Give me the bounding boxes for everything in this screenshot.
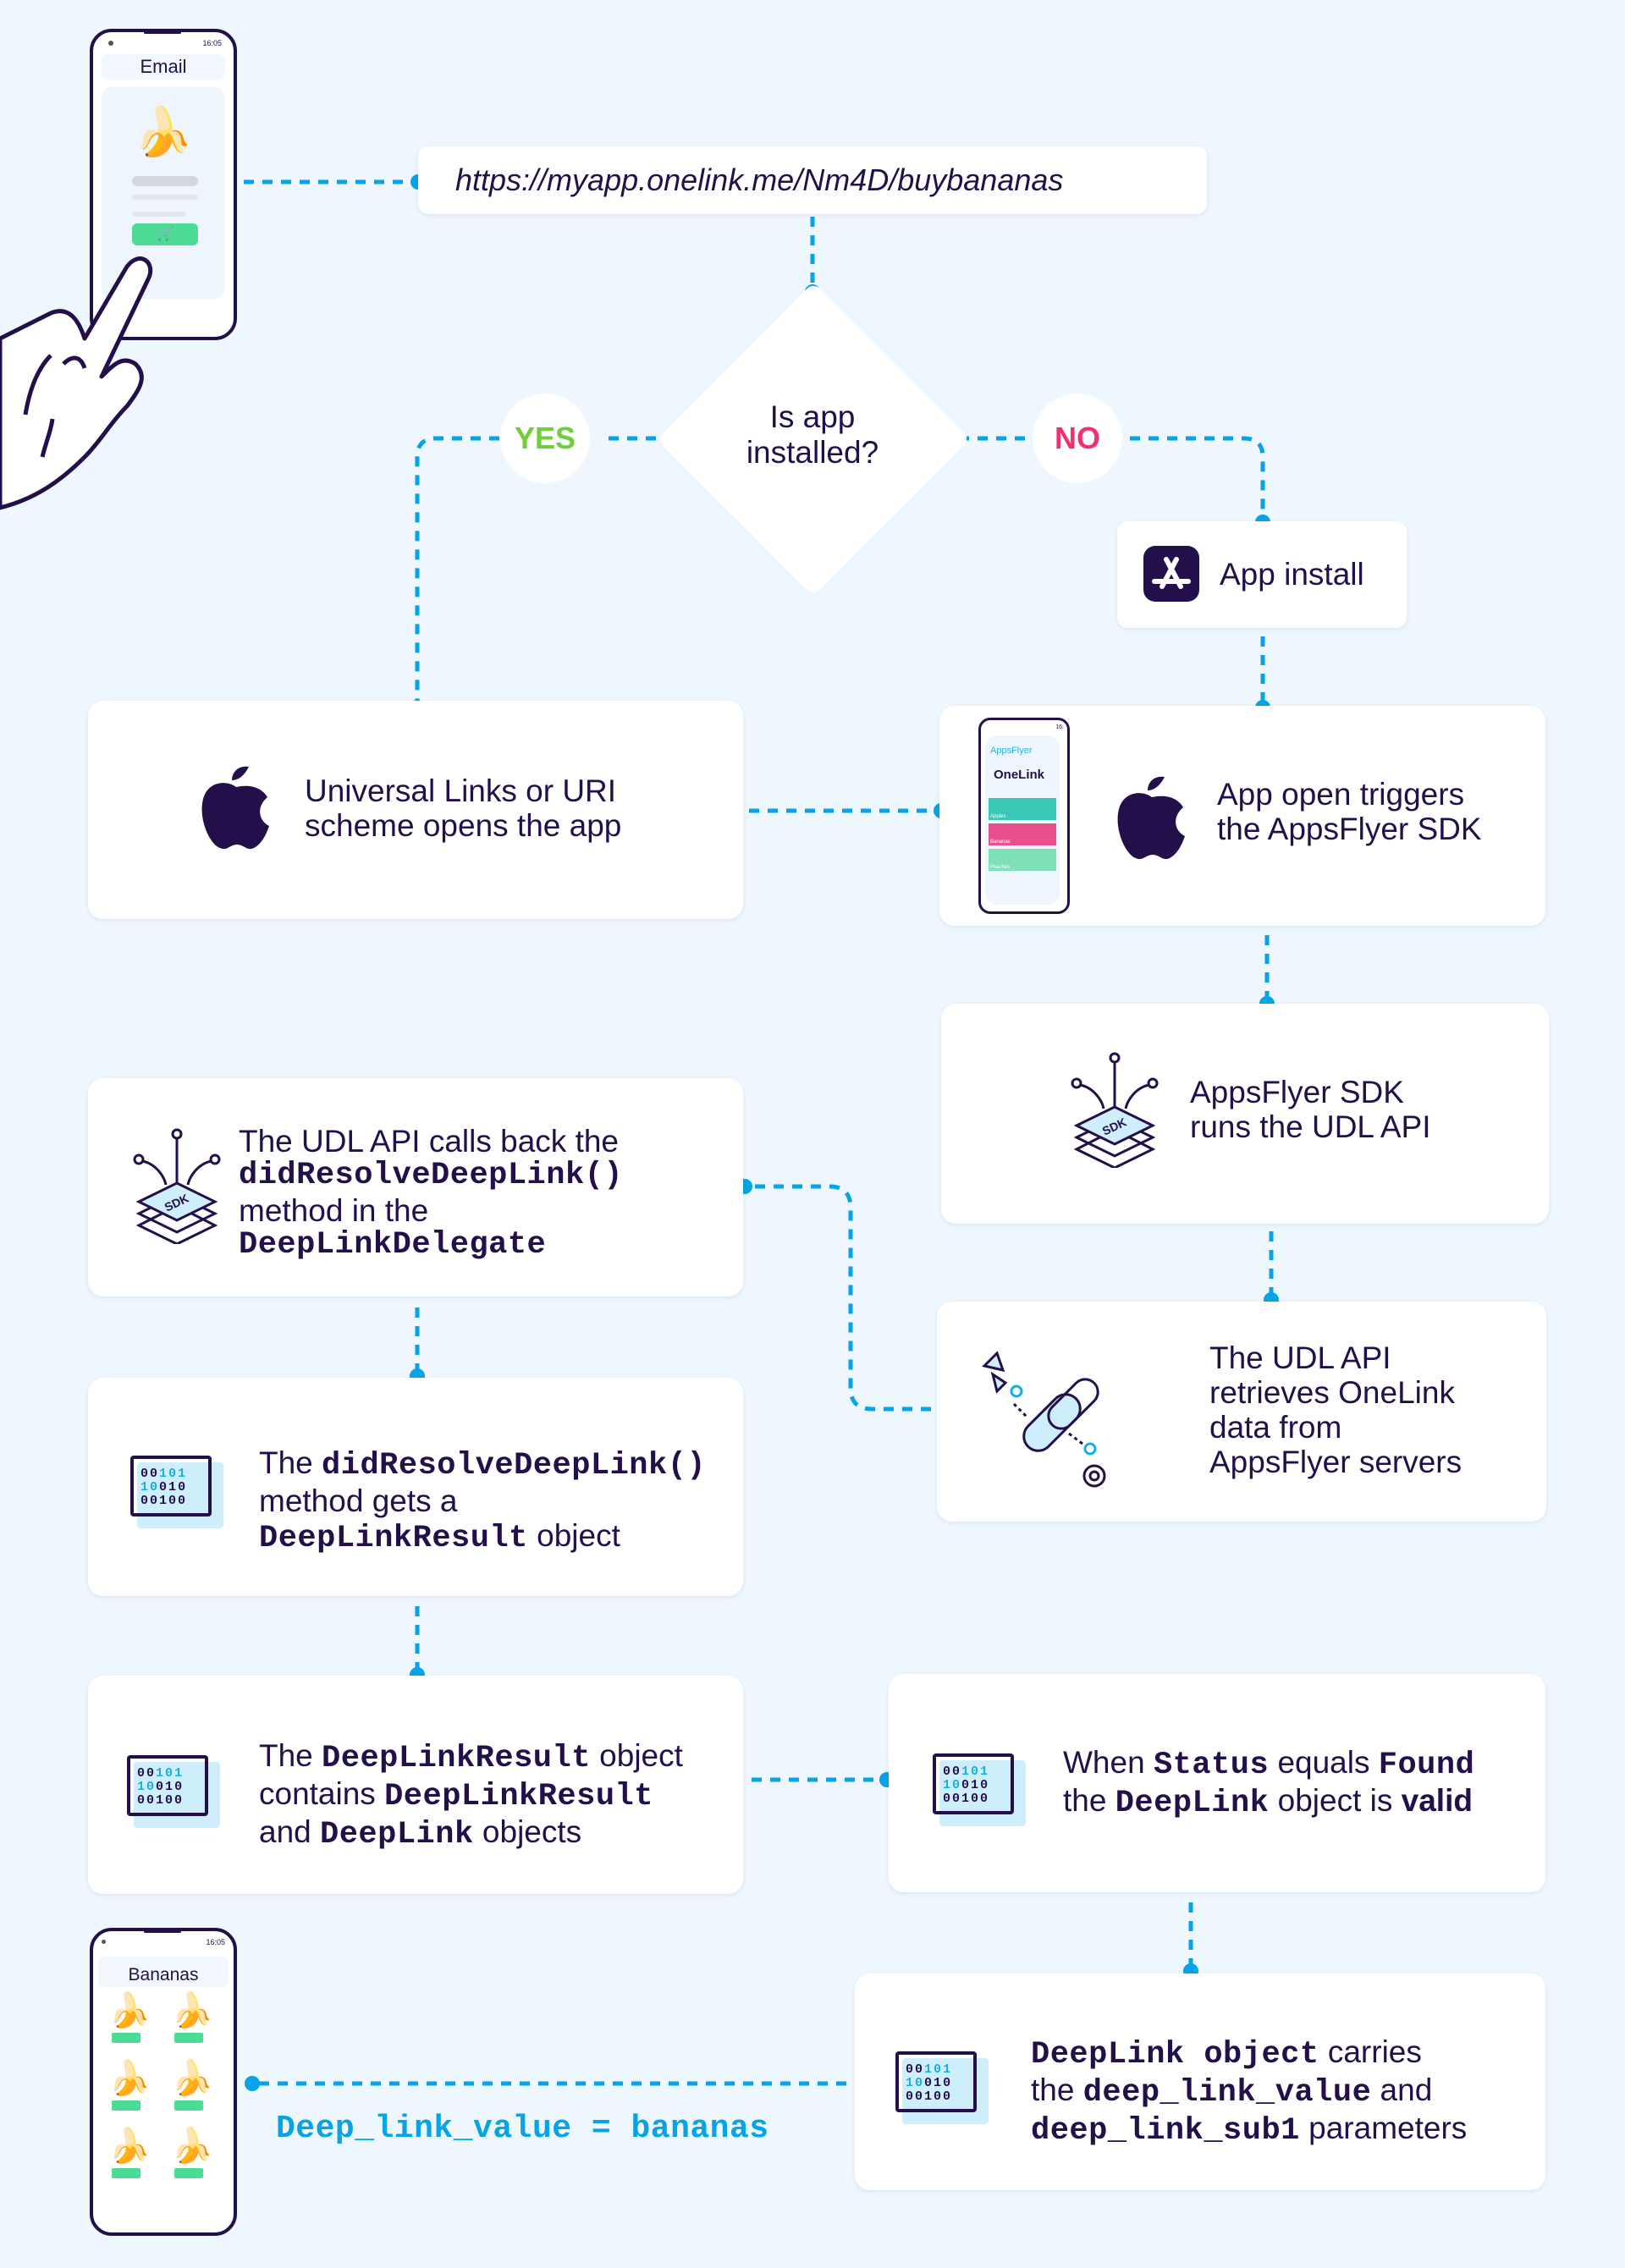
status-time: 16:05 — [202, 39, 222, 47]
found-pre2: the — [1063, 1783, 1115, 1818]
sdk-runs-card: SDK AppsFlyer SDK runs the UDL API — [941, 1004, 1549, 1224]
connector-dot — [245, 2076, 260, 2091]
chain-link-icon — [982, 1351, 1106, 1488]
retrieves-line1: The UDL API — [1209, 1340, 1391, 1375]
status-time: 16: — [1055, 724, 1064, 730]
callback-line3: method in the — [239, 1193, 429, 1228]
carries-post1: carries — [1319, 2034, 1422, 2069]
binary-code-icon: 00101 10010 00100 — [933, 1753, 1026, 1826]
connector-yes-universal — [415, 436, 499, 704]
found-code-found: Found — [1378, 1748, 1475, 1783]
decision-line2: installed? — [746, 435, 879, 470]
banana-item[interactable]: 🍌 — [98, 2126, 154, 2187]
found-code-status: Status — [1153, 1748, 1270, 1783]
appsflyer-logo: AppsFlyer — [990, 746, 1033, 756]
bananas-title: Bananas — [98, 1957, 229, 1987]
banana-item[interactable]: 🍌 — [161, 2126, 217, 2187]
onelink-logo: OneLink — [994, 768, 1045, 782]
callback-code-method: didResolveDeepLink() — [239, 1158, 624, 1193]
email-title: Email — [102, 54, 225, 80]
app-open-line1: App open triggers — [1217, 777, 1465, 812]
result-contains-card: 00101 10010 00100 The DeepLinkResult objec… — [88, 1676, 743, 1894]
banana-item[interactable]: 🍌 — [98, 1990, 154, 2051]
contains-post1: object — [590, 1738, 683, 1773]
found-pre: When — [1063, 1745, 1154, 1780]
app-open-line2: the AppsFlyer SDK — [1217, 812, 1482, 846]
binary-code-icon: 00101 10010 00100 — [895, 2051, 989, 2124]
retrieves-line4: AppsFlyer servers — [1209, 1445, 1462, 1479]
banana-grid: 🍌 🍌 🍌 🍌 🍌 🍌 — [98, 1990, 229, 2219]
connector-retrieves-callback — [745, 1184, 931, 1412]
banana-item[interactable]: 🍌 — [161, 1990, 217, 2051]
hand-icon — [0, 256, 153, 510]
binary-code-icon: 00101 10010 00100 — [127, 1755, 220, 1828]
banner-bananas: Bananas — [989, 823, 1056, 845]
did-resolve-line2: method gets a — [259, 1484, 458, 1518]
did-resolve-card: 00101 10010 00100 The didResolveDeepLink()… — [88, 1378, 743, 1596]
did-resolve-code-result: DeepLinkResult — [259, 1521, 528, 1556]
callback-code-delegate: DeepLinkDelegate — [239, 1227, 547, 1263]
carries-pre2: the — [1031, 2073, 1083, 2107]
connector-no-install — [1130, 436, 1265, 518]
contains-pre3: and — [259, 1814, 321, 1849]
app-store-icon — [1143, 546, 1199, 602]
banana-item[interactable]: 🍌 — [98, 2058, 154, 2119]
banner-peaches: Peaches — [989, 849, 1056, 871]
contains-code3: DeepLink — [320, 1817, 474, 1852]
onelink-url[interactable]: https://myapp.onelink.me/Nm4D/buybananas — [455, 162, 1063, 198]
universal-links-card: Universal Links or URI scheme opens the … — [88, 701, 743, 919]
contains-post3: objects — [473, 1814, 582, 1849]
apple-icon — [201, 766, 269, 850]
bananas-phone: 16:05 Bananas 🍌 🍌 🍌 🍌 🍌 🍌 — [90, 1928, 237, 2236]
apple-icon — [1117, 776, 1185, 860]
deep-link-value-label: Deep_link_value = bananas — [276, 2111, 769, 2147]
sdk-runs-line2: runs the UDL API — [1190, 1109, 1431, 1144]
sdk-icon: SDK — [1071, 1052, 1159, 1168]
contains-code1: DeepLinkResult — [322, 1741, 591, 1776]
did-resolve-pre: The — [259, 1445, 322, 1480]
app-open-card: 16: AppsFlyer OneLink Apples Bananas Pea… — [939, 706, 1545, 926]
appsflyer-phone: 16: AppsFlyer OneLink Apples Bananas Pea… — [978, 718, 1070, 914]
udl-retrieves-card: The UDL API retrieves OneLink data from … — [937, 1302, 1546, 1522]
status-time: 16:05 — [206, 1938, 225, 1946]
binary-code-icon: 00101 10010 00100 — [130, 1456, 223, 1528]
carries-post2: and — [1371, 2073, 1433, 2107]
carries-code1: DeepLink object — [1031, 2037, 1319, 2073]
app-install-label: App install — [1220, 557, 1364, 592]
status-found-card: 00101 10010 00100 When Status equals Found… — [889, 1674, 1545, 1892]
found-valid: valid — [1401, 1783, 1473, 1818]
banner-apples: Apples — [989, 798, 1056, 820]
callback-line1: The UDL API calls back the — [239, 1124, 620, 1159]
did-resolve-code-method: didResolveDeepLink() — [322, 1448, 707, 1484]
no-badge: NO — [1033, 394, 1122, 483]
yes-badge: YES — [500, 394, 590, 483]
sdk-runs-line1: AppsFlyer SDK — [1190, 1075, 1404, 1109]
retrieves-line2: retrieves OneLink — [1209, 1375, 1455, 1410]
did-resolve-post: object — [527, 1518, 620, 1553]
app-install-card: App install — [1117, 521, 1407, 628]
contains-pre2: contains — [259, 1776, 385, 1811]
found-mid2: object is — [1269, 1783, 1402, 1818]
universal-line2: scheme opens the app — [305, 808, 622, 843]
udl-callback-card: SDK The UDL API calls back the didResolv… — [88, 1078, 743, 1296]
carries-post3: parameters — [1299, 2111, 1468, 2145]
contains-pre: The — [259, 1738, 322, 1773]
banana-item[interactable]: 🍌 — [161, 2058, 217, 2119]
contains-code2: DeepLinkResult — [384, 1779, 653, 1814]
retrieves-line3: data from — [1209, 1410, 1342, 1445]
decision-line1: Is app — [769, 399, 856, 434]
found-code-deeplink: DeepLink — [1115, 1786, 1270, 1821]
sdk-icon: SDK — [133, 1128, 221, 1244]
deeplink-carries-card: 00101 10010 00100 DeepLink object carries … — [855, 1973, 1545, 2190]
carries-code2: deep_link_value — [1082, 2075, 1372, 2111]
universal-line1: Universal Links or URI — [305, 773, 617, 808]
carries-code3: deep_link_sub1 — [1031, 2113, 1300, 2149]
banana-icon: 🍌 — [134, 105, 193, 158]
found-mid: equals — [1269, 1745, 1379, 1780]
